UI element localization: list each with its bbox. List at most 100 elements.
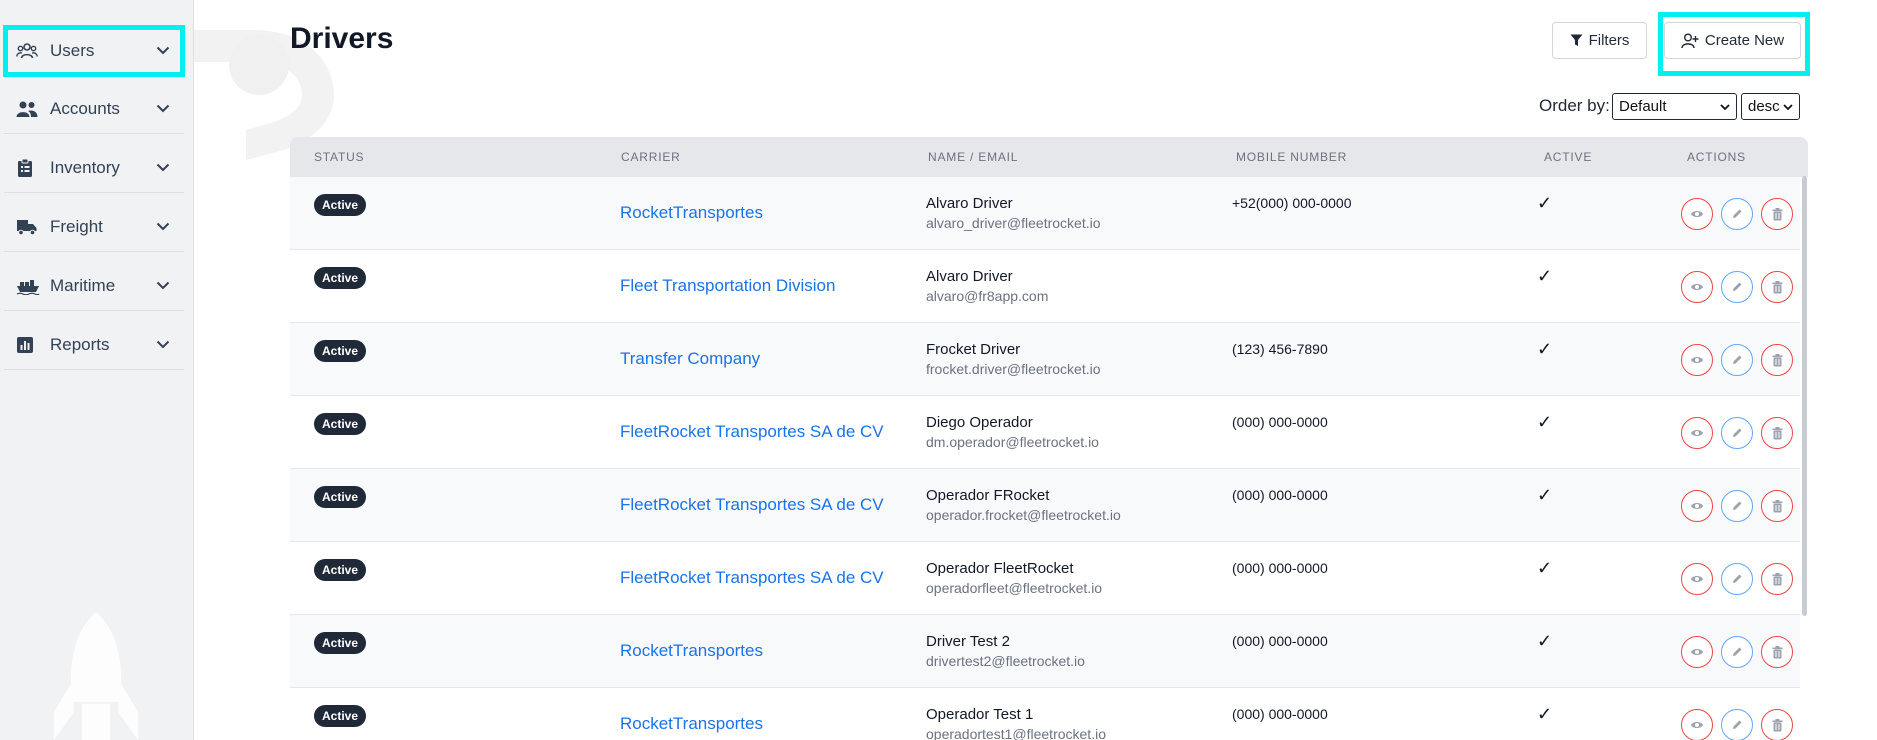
page-title: Drivers (290, 22, 394, 55)
view-button[interactable] (1681, 344, 1713, 376)
column-header-actions: ACTIONS (1687, 150, 1746, 164)
delete-button[interactable] (1761, 709, 1793, 740)
driver-name: Alvaro Driver (926, 268, 1013, 285)
delete-button[interactable] (1761, 344, 1793, 376)
chevron-down-icon (150, 340, 176, 349)
carrier-link[interactable]: FleetRocket Transportes SA de CV (620, 422, 884, 442)
carrier-link[interactable]: FleetRocket Transportes SA de CV (620, 568, 884, 588)
sidebar-item-accounts[interactable]: Accounts (4, 84, 184, 134)
view-button[interactable] (1681, 417, 1713, 449)
active-check: ✓ (1537, 339, 1553, 359)
edit-button[interactable] (1721, 344, 1753, 376)
edit-button[interactable] (1721, 709, 1753, 740)
carrier-link[interactable]: RocketTransportes (620, 641, 763, 661)
create-new-button[interactable]: Create New (1664, 22, 1801, 59)
delete-button[interactable] (1761, 417, 1793, 449)
mobile-number: +52(000) 000-0000 (1232, 195, 1352, 211)
carrier-link[interactable]: FleetRocket Transportes SA de CV (620, 495, 884, 515)
delete-button[interactable] (1761, 563, 1793, 595)
order-by-label: Order by: (1539, 96, 1610, 115)
order-direction-select[interactable]: desc (1741, 93, 1800, 120)
driver-email: frocket.driver@fleetrocket.io (926, 361, 1101, 377)
sidebar-item-inventory[interactable]: Inventory (4, 143, 184, 193)
sidebar-item-reports[interactable]: Reports (4, 320, 184, 370)
delete-button[interactable] (1761, 271, 1793, 303)
table-row: Active FleetRocket Transportes SA de CV Op… (290, 469, 1800, 542)
filter-icon (1570, 34, 1583, 46)
carrier-link[interactable]: RocketTransportes (620, 714, 763, 734)
sidebar-item-label: Inventory (50, 157, 120, 177)
users-icon (16, 42, 44, 60)
view-button[interactable] (1681, 563, 1713, 595)
sidebar: Users Accounts Inventory Freight Maritim… (0, 0, 194, 740)
chevron-down-icon (150, 222, 176, 231)
table-row: Active Transfer Company Frocket Driver froc… (290, 323, 1800, 396)
driver-name: Operador FRocket (926, 487, 1050, 504)
column-header-name-email: NAME / EMAIL (928, 150, 1019, 164)
column-header-mobile: MOBILE NUMBER (1236, 150, 1348, 164)
sidebar-item-users[interactable]: Users (3, 25, 185, 77)
view-button[interactable] (1681, 198, 1713, 230)
delete-button[interactable] (1761, 198, 1793, 230)
delete-button[interactable] (1761, 490, 1793, 522)
create-new-label: Create New (1704, 32, 1785, 49)
table-row: Active FleetRocket Transportes SA de CV Di… (290, 396, 1800, 469)
driver-email: operadortest1@fleetrocket.io (926, 726, 1106, 740)
status-badge: Active (314, 194, 367, 216)
edit-button[interactable] (1721, 490, 1753, 522)
driver-email: alvaro_driver@fleetrocket.io (926, 215, 1101, 231)
carrier-link[interactable]: Transfer Company (620, 349, 760, 369)
sidebar-item-freight[interactable]: Freight (4, 202, 184, 252)
column-header-carrier: CARRIER (621, 150, 681, 164)
filters-label: Filters (1588, 32, 1630, 49)
driver-email: operadorfleet@fleetrocket.io (926, 580, 1103, 596)
status-badge: Active (314, 486, 367, 508)
driver-name: Alvaro Driver (926, 195, 1013, 212)
delete-button[interactable] (1761, 636, 1793, 668)
active-check: ✓ (1537, 704, 1553, 724)
view-button[interactable] (1681, 709, 1713, 740)
order-field-select[interactable]: Default (1612, 93, 1737, 120)
edit-button[interactable] (1721, 563, 1753, 595)
add-user-icon (1681, 33, 1699, 48)
pencil-icon (1731, 281, 1743, 293)
accounts-icon (16, 100, 44, 118)
clipboard-icon (16, 158, 44, 178)
table-row: Active RocketTransportes Operador Test 1 op… (290, 688, 1800, 740)
driver-email: dm.operador@fleetrocket.io (926, 434, 1099, 450)
chevron-down-icon (150, 163, 176, 172)
view-button[interactable] (1681, 490, 1713, 522)
edit-button[interactable] (1721, 198, 1753, 230)
chevron-down-icon (150, 46, 176, 55)
chevron-down-icon (150, 104, 176, 113)
edit-button[interactable] (1721, 636, 1753, 668)
mobile-number: (000) 000-0000 (1232, 414, 1328, 430)
table-header: STATUS CARRIER NAME / EMAIL MOBILE NUMBE… (290, 137, 1808, 177)
carrier-link[interactable]: Fleet Transportation Division (620, 276, 835, 296)
edit-button[interactable] (1721, 417, 1753, 449)
rocket-watermark-icon (46, 612, 146, 740)
trash-icon (1772, 718, 1783, 732)
eye-icon (1690, 574, 1704, 584)
column-header-status: STATUS (314, 150, 365, 164)
eye-icon (1690, 647, 1704, 657)
eye-icon (1690, 501, 1704, 511)
table-scrollbar[interactable] (1802, 176, 1807, 616)
status-badge: Active (314, 632, 367, 654)
truck-icon (16, 218, 44, 236)
chevron-down-icon (1720, 104, 1730, 111)
order-direction-value: desc (1748, 98, 1780, 115)
trash-icon (1772, 353, 1783, 367)
sidebar-item-label: Maritime (50, 275, 116, 295)
view-button[interactable] (1681, 636, 1713, 668)
driver-email: drivertest2@fleetrocket.io (926, 653, 1085, 669)
sidebar-item-maritime[interactable]: Maritime (4, 261, 184, 311)
pencil-icon (1731, 646, 1743, 658)
chart-icon (16, 336, 44, 354)
pencil-icon (1731, 573, 1743, 585)
filters-button[interactable]: Filters (1552, 22, 1647, 59)
view-button[interactable] (1681, 271, 1713, 303)
carrier-link[interactable]: RocketTransportes (620, 203, 763, 223)
edit-button[interactable] (1721, 271, 1753, 303)
trash-icon (1772, 645, 1783, 659)
